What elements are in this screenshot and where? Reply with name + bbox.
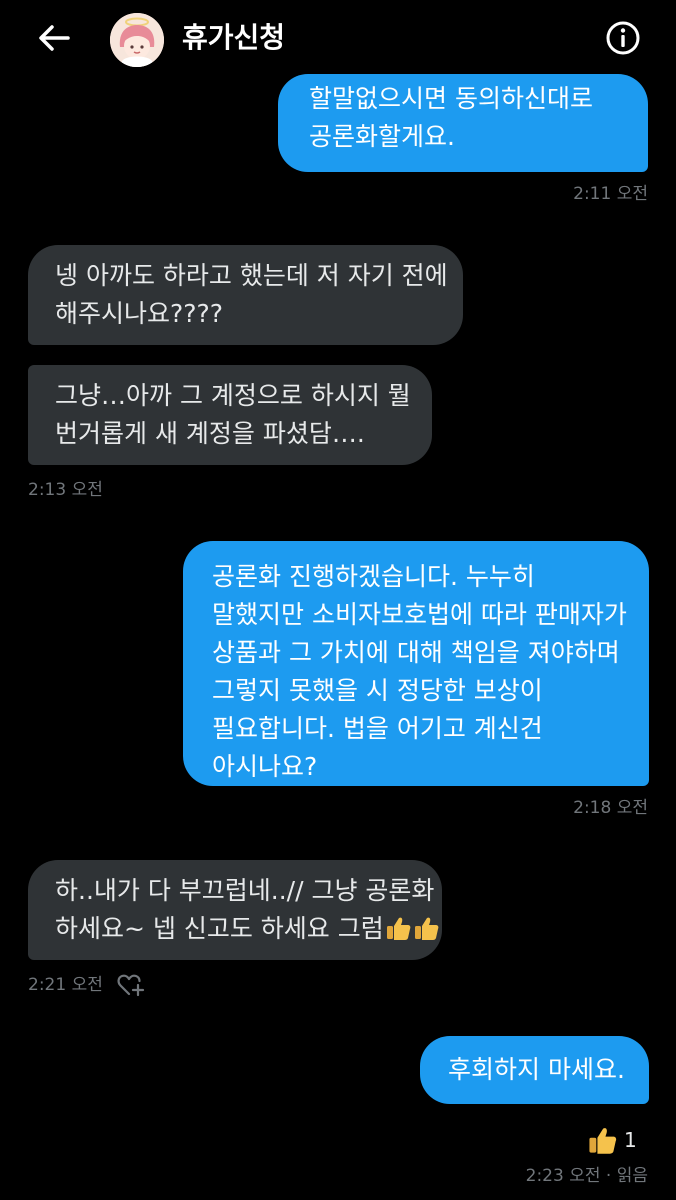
thumbs-up-icon bbox=[414, 917, 439, 940]
back-button[interactable] bbox=[34, 18, 74, 58]
message-line: 필요합니다. 법을 어기고 계신건 bbox=[212, 714, 543, 743]
avatar[interactable] bbox=[110, 13, 164, 67]
message-timestamp: 2:23 오전 · 읽음 bbox=[525, 1166, 648, 1186]
thumbs-up-icon bbox=[589, 1128, 617, 1154]
message-reaction[interactable]: 1 bbox=[586, 1124, 637, 1156]
info-circle-icon bbox=[606, 21, 640, 55]
message-line: 공론화 진행하겠습니다. 누누히 bbox=[212, 562, 535, 591]
message-line: 해주시나요???? bbox=[55, 299, 224, 328]
message-line: 넹 아까도 하라고 했는데 저 자기 전에 bbox=[55, 261, 448, 290]
message-bubble-sent[interactable]: 할말없으시면 동의하신대로 공론화할게요. bbox=[278, 74, 648, 172]
message-text: 하세요~ 넵 신고도 하세요 그럼 bbox=[55, 914, 384, 943]
thumbs-up-icon bbox=[386, 917, 411, 940]
message-bubble-sent[interactable]: 후회하지 마세요. bbox=[420, 1036, 649, 1104]
message-line: 말했지만 소비자보호법에 따라 판매자가 bbox=[212, 600, 627, 629]
message-bubble-sent[interactable]: 공론화 진행하겠습니다. 누누히 말했지만 소비자보호법에 따라 판매자가 상품… bbox=[183, 541, 649, 786]
info-button[interactable] bbox=[604, 19, 642, 57]
message-timestamp: 2:13 오전 bbox=[28, 480, 103, 500]
message-timestamp: 2:21 오전 bbox=[28, 975, 103, 995]
page-title[interactable]: 휴가신청 bbox=[182, 20, 285, 56]
message-bubble-received[interactable]: 그냥…아까 그 계정으로 하시지 뭘 번거롭게 새 계정을 파셨담…. bbox=[28, 365, 432, 465]
reaction-count: 1 bbox=[624, 1128, 637, 1152]
message-timestamp: 2:18 오전 bbox=[573, 798, 648, 818]
message-line: 하세요~ 넵 신고도 하세요 그럼 bbox=[55, 910, 439, 948]
message-line: 아시나요? bbox=[212, 752, 318, 781]
message-line: 후회하지 마세요. bbox=[448, 1055, 625, 1084]
chat-header: 휴가신청 bbox=[0, 0, 676, 80]
message-timestamp: 2:11 오전 bbox=[573, 184, 648, 204]
message-line: 그냥…아까 그 계정으로 하시지 뭘 bbox=[55, 381, 411, 410]
arrow-left-icon bbox=[39, 25, 70, 51]
message-line: 상품과 그 가치에 대해 책임을 져야하며 bbox=[212, 638, 620, 667]
message-line: 하..내가 다 부끄럽네..// 그냥 공론화 bbox=[55, 876, 435, 905]
message-line: 그렇지 못했을 시 정당한 보상이 bbox=[212, 676, 543, 705]
message-bubble-received[interactable]: 하..내가 다 부끄럽네..// 그냥 공론화 하세요~ 넵 신고도 하세요 그… bbox=[28, 860, 442, 960]
message-line: 공론화할게요. bbox=[309, 122, 455, 151]
message-line: 할말없으시면 동의하신대로 bbox=[309, 84, 593, 113]
add-reaction-button[interactable] bbox=[116, 971, 146, 999]
message-line: 번거롭게 새 계정을 파셨담…. bbox=[55, 419, 365, 448]
heart-plus-icon bbox=[117, 974, 145, 997]
avatar-image bbox=[110, 13, 164, 67]
message-bubble-received[interactable]: 넹 아까도 하라고 했는데 저 자기 전에 해주시나요???? bbox=[28, 245, 463, 345]
